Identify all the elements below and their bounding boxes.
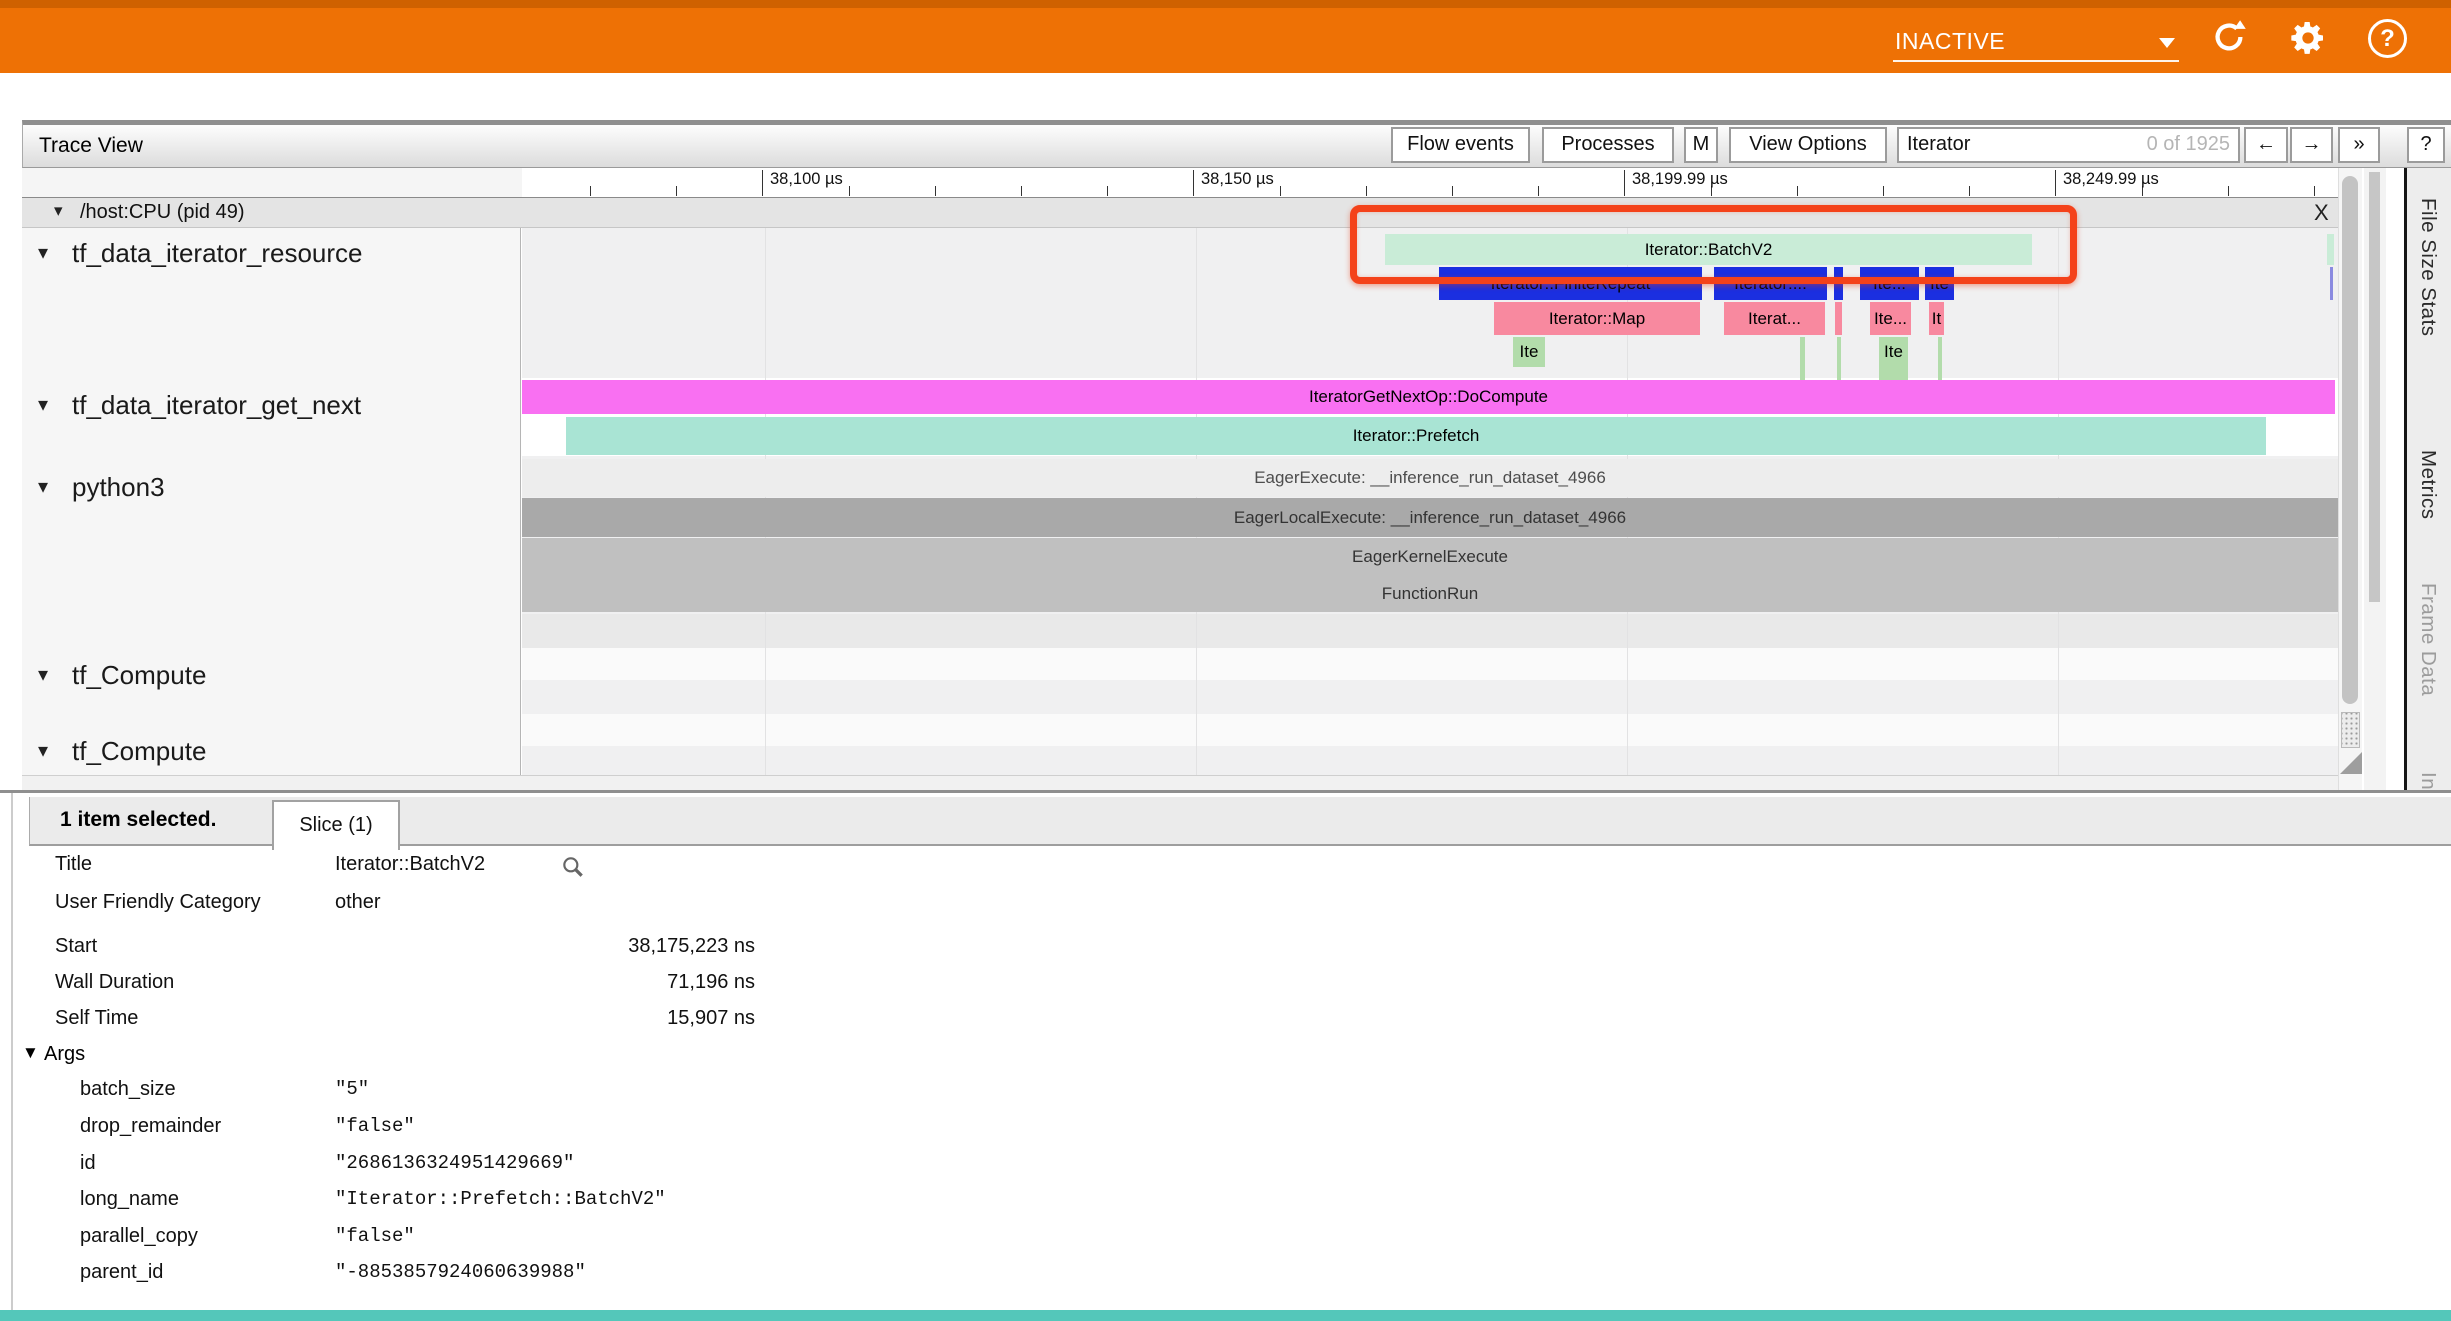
trace-event-eagerexecute-inference-run-dataset-4966[interactable]: EagerExecute: __inference_run_dataset_49… — [522, 459, 2338, 497]
nav-button-jump[interactable]: » — [2338, 127, 2380, 163]
help-label: ? — [2368, 19, 2407, 58]
horizontal-scrollbar[interactable] — [22, 775, 2338, 790]
bottom-accent-bar — [0, 1310, 2451, 1321]
nav-button-help[interactable]: ? — [2407, 127, 2445, 163]
trace-event-bar[interactable] — [2330, 267, 2333, 300]
trace-event-bar[interactable] — [1835, 302, 1842, 335]
refresh-icon[interactable] — [2210, 18, 2250, 58]
top-app-bar: INACTIVE ? — [0, 0, 2451, 73]
trace-event-eagerlocalexecute-inference-run-dataset-4966[interactable]: EagerLocalExecute: __inference_run_datas… — [522, 498, 2338, 537]
drag-grip-handle[interactable] — [2341, 712, 2360, 748]
nav-button-prev[interactable]: ← — [2244, 127, 2288, 163]
timeline-ruler[interactable] — [522, 168, 2338, 197]
toolbar-button-view-options[interactable]: View Options — [1729, 127, 1887, 163]
trace-event-it[interactable]: It — [1929, 302, 1944, 335]
tab-slice[interactable]: Slice (1) — [272, 800, 400, 850]
toolbar-button-processes[interactable]: Processes — [1542, 127, 1674, 163]
settings-gear-icon[interactable] — [2288, 18, 2328, 58]
search-match-count: 0 of 1925 — [2147, 133, 2230, 156]
details-panel — [0, 793, 2451, 1310]
sidebar-tab-metrics[interactable]: Metrics — [2416, 450, 2440, 565]
trace-event-iterat[interactable]: Iterat... — [1724, 302, 1825, 335]
sidebar-tab-frame-data: Frame Data — [2416, 583, 2440, 763]
process-title: /host:CPU (pid 49) — [80, 201, 245, 224]
search-value: Iterator — [1907, 133, 1970, 156]
empty-row-band — [522, 714, 2338, 746]
panel-title: Trace View — [39, 134, 143, 158]
details-left-border — [11, 793, 13, 1310]
panel-scrollbar-thumb[interactable] — [2369, 172, 2380, 602]
status-dropdown[interactable]: INACTIVE — [1893, 24, 2179, 62]
canvas-scrollbar-thumb[interactable] — [2342, 176, 2358, 704]
trace-event-ite[interactable]: Ite — [1513, 337, 1545, 367]
trace-event-iterator-prefetch[interactable]: Iterator::Prefetch — [566, 417, 2266, 455]
trace-event-eagerkernelexecute[interactable]: EagerKernelExecute — [522, 538, 2338, 575]
chevron-down-icon — [2159, 38, 2175, 48]
nav-button-next[interactable]: → — [2290, 127, 2333, 163]
close-button[interactable]: X — [2314, 200, 2329, 226]
resize-corner-icon[interactable] — [2340, 752, 2362, 774]
trace-event-iteratorgetnextop-docompute[interactable]: IteratorGetNextOp::DoCompute — [522, 380, 2335, 414]
trace-event-ite[interactable]: Ite... — [1870, 302, 1911, 335]
toolbar-button-flow-events[interactable]: Flow events — [1391, 127, 1530, 163]
help-icon[interactable]: ? — [2368, 19, 2408, 59]
empty-row-band — [522, 648, 2338, 680]
trace-event-functionrun[interactable]: FunctionRun — [522, 575, 2338, 612]
toolbar-button-m[interactable]: M — [1684, 127, 1718, 163]
sidebar-tab-in: In — [2416, 772, 2440, 789]
sidebar-tab-file-size-stats[interactable]: File Size Stats — [2416, 198, 2440, 433]
empty-row-band — [522, 614, 2338, 648]
selection-highlight-rectangle — [1350, 205, 2077, 284]
search-input[interactable]: Iterator 0 of 1925 — [1897, 127, 2240, 163]
selection-summary: 1 item selected. — [60, 808, 216, 832]
track-label-column — [22, 228, 521, 775]
ruler-left-gutter — [22, 168, 522, 197]
collapse-caret-icon[interactable]: ▾ — [54, 201, 63, 221]
tensorboard-trace-viewer: INACTIVE ? Trace View ▾ /host:CPU (pid 4… — [0, 0, 2451, 1321]
status-label: INACTIVE — [1895, 28, 2005, 55]
magnifier-icon[interactable] — [560, 854, 586, 885]
trace-event-iterator-map[interactable]: Iterator::Map — [1494, 302, 1700, 335]
trace-event-bar[interactable] — [2327, 234, 2334, 265]
